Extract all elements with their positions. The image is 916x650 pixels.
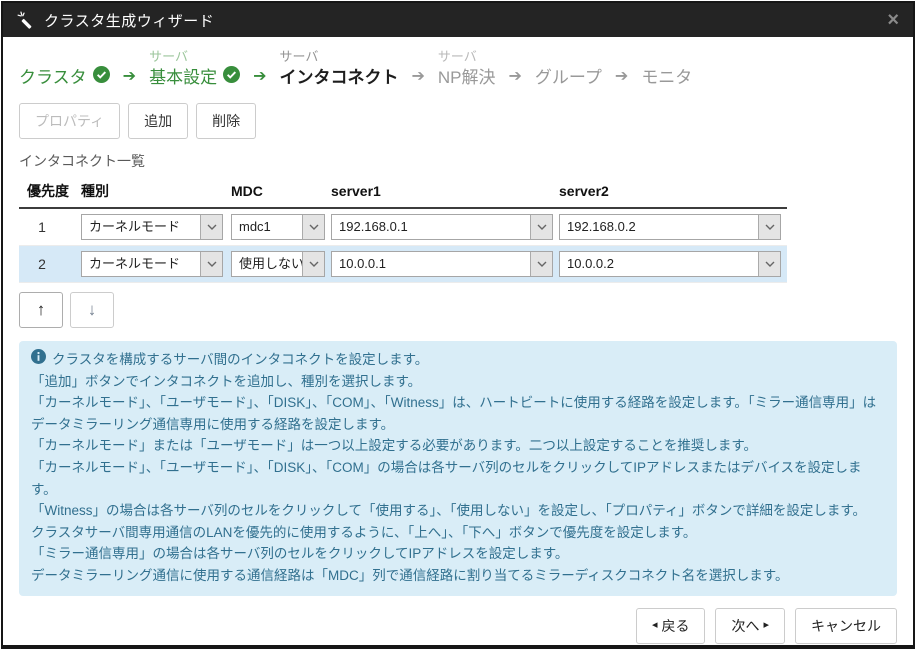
move-down-button[interactable]: ↓ bbox=[70, 292, 114, 328]
step-group: グループ bbox=[535, 47, 602, 90]
type-select-row2[interactable]: カーネルモード bbox=[81, 251, 223, 277]
server2-select-row2[interactable]: 10.0.0.2 bbox=[559, 251, 781, 277]
server2-header: server2 bbox=[559, 183, 787, 199]
chevron-down-icon[interactable] bbox=[302, 215, 324, 239]
mdc-header: MDC bbox=[231, 183, 331, 199]
chevron-down-icon[interactable] bbox=[302, 252, 324, 276]
server1-header: server1 bbox=[331, 183, 559, 199]
step-label: NP解決 bbox=[438, 66, 496, 90]
info-line: データミラーリング通信に使用する通信経路は「MDC」列で通信経路に割り当てるミラ… bbox=[31, 565, 885, 587]
priority-value: 2 bbox=[19, 256, 65, 272]
info-line: クラスタを構成するサーバ間のインタコネクトを設定します。 bbox=[31, 349, 885, 371]
chevron-down-icon[interactable] bbox=[530, 215, 552, 239]
next-button[interactable]: 次へ ▸ bbox=[715, 608, 785, 644]
move-up-button[interactable]: ↑ bbox=[19, 292, 63, 328]
add-button[interactable]: 追加 bbox=[128, 103, 188, 139]
step-label: グループ bbox=[535, 66, 602, 90]
info-line: 「カーネルモード」、「ユーザモード」、「DISK」、「COM」、「Witness… bbox=[31, 392, 885, 435]
arrow-down-icon: ↓ bbox=[88, 300, 97, 320]
arrow-icon: ➔ bbox=[411, 65, 424, 90]
toolbar: プロパティ 追加 削除 bbox=[19, 103, 897, 139]
chevron-down-icon[interactable] bbox=[758, 215, 780, 239]
cancel-button[interactable]: キャンセル bbox=[795, 608, 897, 644]
table-header-row: 優先度 種別 MDC server1 server2 bbox=[19, 177, 787, 209]
info-icon bbox=[31, 349, 46, 371]
check-icon bbox=[93, 66, 110, 90]
info-line: 「追加」ボタンでインタコネクトを追加し、種別を選択します。 bbox=[31, 371, 885, 393]
interconnect-list-caption: インタコネクト一覧 bbox=[19, 151, 897, 171]
step-label: モニタ bbox=[641, 66, 692, 90]
arrow-icon: ➔ bbox=[615, 65, 628, 90]
triangle-right-icon: ▸ bbox=[763, 620, 769, 631]
info-line: 「Witness」の場合は各サーバ列のセルをクリックして「使用する」、「使用しな… bbox=[31, 500, 885, 522]
step-sublabel: サーバ bbox=[279, 47, 398, 66]
titlebar: クラスタ生成ウィザード × bbox=[3, 3, 913, 37]
wizard-steps: クラスタ ➔ サーバ 基本設定 ➔ サーバ インタコネクト ➔ サーバ NP解決… bbox=[19, 47, 897, 90]
interconnect-table: 優先度 種別 MDC server1 server2 1 カーネルモード mdc… bbox=[19, 177, 787, 283]
wizard-wand-icon bbox=[17, 11, 36, 30]
table-row-selected[interactable]: 2 カーネルモード 使用しない 10.0.0.1 10.0.0.2 bbox=[19, 246, 787, 283]
footer: ◂ 戻る 次へ ▸ キャンセル bbox=[19, 608, 897, 644]
step-sublabel: サーバ bbox=[149, 47, 240, 66]
info-line: 「ミラー通信専用」の場合は各サーバ列のセルをクリックしてIPアドレスを設定します… bbox=[31, 543, 885, 565]
step-label: 基本設定 bbox=[149, 66, 217, 90]
check-icon bbox=[223, 66, 240, 90]
step-sublabel bbox=[19, 47, 110, 66]
server2-select-row1[interactable]: 192.168.0.2 bbox=[559, 214, 781, 240]
step-cluster: クラスタ bbox=[19, 47, 110, 90]
arrow-icon: ➔ bbox=[253, 65, 266, 90]
server1-select-row1[interactable]: 192.168.0.1 bbox=[331, 214, 553, 240]
type-header: 種別 bbox=[81, 181, 231, 201]
info-box: クラスタを構成するサーバ間のインタコネクトを設定します。 「追加」ボタンでインタ… bbox=[19, 341, 897, 596]
step-label: クラスタ bbox=[19, 66, 87, 90]
step-basic-settings: サーバ 基本設定 bbox=[149, 47, 240, 90]
chevron-down-icon[interactable] bbox=[200, 215, 222, 239]
mdc-select-row1[interactable]: mdc1 bbox=[231, 214, 325, 240]
step-sublabel bbox=[535, 47, 602, 66]
step-monitor: モニタ bbox=[641, 47, 692, 90]
chevron-down-icon[interactable] bbox=[758, 252, 780, 276]
close-icon[interactable]: × bbox=[887, 10, 899, 30]
priority-value: 1 bbox=[19, 219, 65, 235]
priority-header: 優先度 bbox=[19, 181, 81, 201]
back-button[interactable]: ◂ 戻る bbox=[636, 608, 706, 644]
server1-select-row2[interactable]: 10.0.0.1 bbox=[331, 251, 553, 277]
step-sublabel: サーバ bbox=[438, 47, 496, 66]
property-button[interactable]: プロパティ bbox=[19, 103, 120, 139]
window-title: クラスタ生成ウィザード bbox=[44, 10, 214, 31]
info-line: クラスタサーバ間専用通信のLANを優先的に使用するように、「上へ」、「下へ」ボタ… bbox=[31, 522, 885, 544]
info-line: 「カーネルモード」、「ユーザモード」、「DISK」、「COM」の場合は各サーバ列… bbox=[31, 457, 885, 500]
info-line: 「カーネルモード」または「ユーザモード」は一つ以上設定する必要があります。二つ以… bbox=[31, 435, 885, 457]
mdc-select-row2[interactable]: 使用しない bbox=[231, 251, 325, 277]
step-sublabel bbox=[641, 47, 692, 66]
triangle-left-icon: ◂ bbox=[652, 620, 658, 631]
delete-button[interactable]: 削除 bbox=[196, 103, 256, 139]
chevron-down-icon[interactable] bbox=[200, 252, 222, 276]
arrow-icon: ➔ bbox=[123, 65, 136, 90]
cluster-wizard-dialog: クラスタ生成ウィザード × クラスタ ➔ サーバ 基本設定 ➔ サーバ インタコ… bbox=[1, 1, 915, 649]
reorder-controls: ↑ ↓ bbox=[19, 292, 897, 328]
step-label: インタコネクト bbox=[279, 66, 398, 90]
chevron-down-icon[interactable] bbox=[530, 252, 552, 276]
arrow-icon: ➔ bbox=[509, 65, 522, 90]
step-np-resolution: サーバ NP解決 bbox=[438, 47, 496, 90]
table-row[interactable]: 1 カーネルモード mdc1 192.168.0.1 192.168.0.2 bbox=[19, 209, 787, 246]
arrow-up-icon: ↑ bbox=[37, 300, 46, 320]
type-select-row1[interactable]: カーネルモード bbox=[81, 214, 223, 240]
step-interconnect: サーバ インタコネクト bbox=[279, 47, 398, 90]
